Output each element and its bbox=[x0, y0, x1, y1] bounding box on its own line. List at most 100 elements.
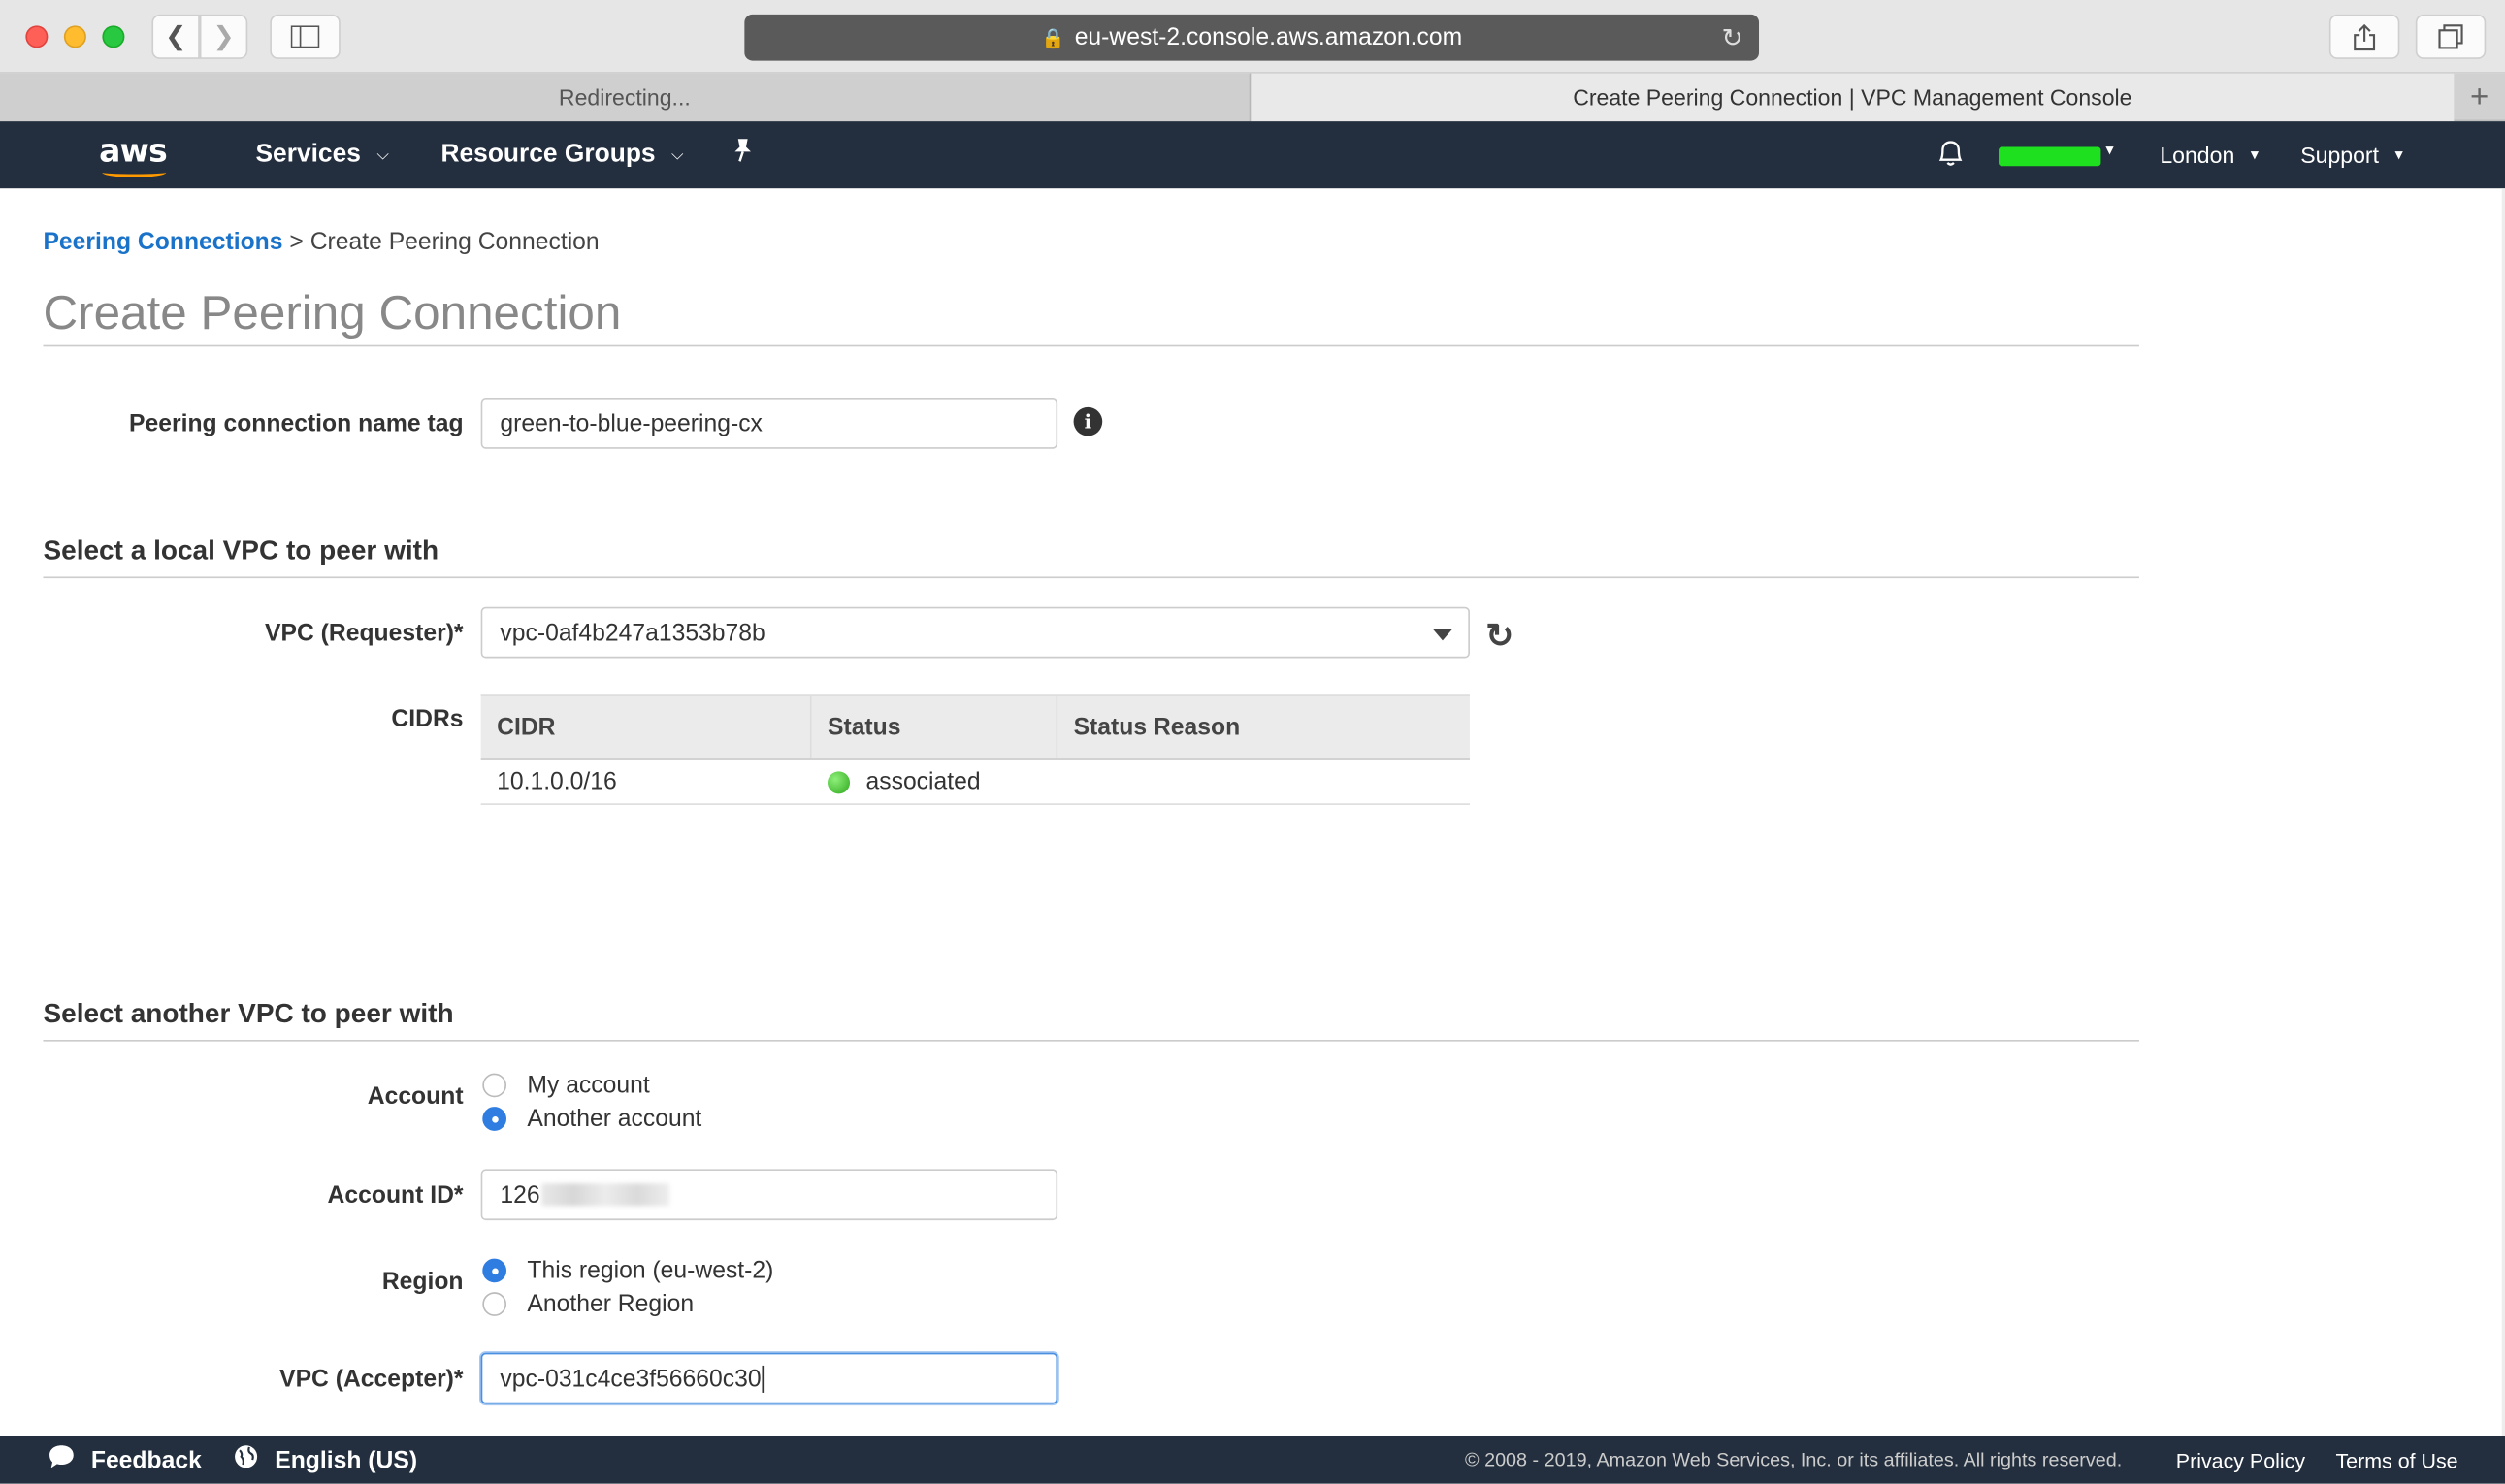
cidr-table: CIDR Status Status Reason 10.1.0.0/16 as… bbox=[480, 694, 1470, 805]
chevron-down-icon: ▾ bbox=[2394, 145, 2403, 164]
new-tab-button[interactable]: + bbox=[2454, 74, 2505, 121]
chevron-down-icon: ▾ bbox=[2250, 145, 2260, 164]
region-label: Region bbox=[381, 1268, 464, 1296]
divider bbox=[43, 576, 2139, 579]
name-tag-value: green-to-blue-peering-cx bbox=[500, 409, 763, 437]
status-reason-cell bbox=[1057, 760, 1470, 803]
terms-of-use-link[interactable]: Terms of Use bbox=[2335, 1436, 2457, 1483]
text-cursor bbox=[763, 1365, 765, 1393]
table-header: CIDR Status Status Reason bbox=[480, 694, 1470, 760]
radio-label: Another account bbox=[527, 1105, 702, 1133]
url-text: eu-west-2.console.aws.amazon.com bbox=[1074, 23, 1463, 51]
tab-title: Redirecting... bbox=[558, 84, 691, 111]
chevron-down-icon: ⌵ bbox=[671, 145, 684, 164]
tab-redirecting[interactable]: Redirecting... bbox=[0, 73, 1252, 122]
breadcrumb-current: Create Peering Connection bbox=[309, 228, 600, 256]
column-header-status-reason[interactable]: Status Reason bbox=[1057, 696, 1470, 758]
main-content: Peering Connections > Create Peering Con… bbox=[0, 188, 2505, 1436]
notifications-bell-icon[interactable] bbox=[1936, 138, 1966, 177]
radio-another-region[interactable]: Another Region bbox=[482, 1291, 694, 1318]
radio-label: Another Region bbox=[527, 1290, 695, 1318]
peer-vpc-heading: Select another VPC to peer with bbox=[43, 998, 454, 1029]
browser-window: ❮ ❯ 🔒 eu-west-2.console.aws.amazon.com ↻… bbox=[0, 0, 2505, 1484]
refresh-icon[interactable]: ↻ bbox=[1485, 617, 1513, 657]
page-title: Create Peering Connection bbox=[43, 287, 622, 340]
tab-strip: Redirecting... Create Peering Connection… bbox=[0, 73, 2505, 122]
dropdown-arrow-icon bbox=[1433, 629, 1452, 641]
column-header-cidr[interactable]: CIDR bbox=[481, 695, 812, 759]
vpc-requester-value: vpc-0af4b247a1353b78b bbox=[500, 619, 765, 647]
sidebar-toggle-button[interactable] bbox=[270, 14, 341, 59]
tabs-overview-icon bbox=[2438, 24, 2463, 49]
account-id-input[interactable]: 126 bbox=[480, 1169, 1058, 1221]
support-label: Support bbox=[2300, 142, 2380, 168]
vpc-requester-label: VPC (Requester)* bbox=[265, 619, 464, 647]
account-menu[interactable] bbox=[1999, 146, 2101, 167]
cidr-cell: 10.1.0.0/16 bbox=[497, 768, 617, 796]
region-menu[interactable]: London ▾ bbox=[2160, 121, 2259, 188]
show-tabs-button[interactable] bbox=[2415, 14, 2487, 59]
tab-create-peering[interactable]: Create Peering Connection | VPC Manageme… bbox=[1251, 73, 2455, 122]
feedback-button[interactable]: Feedback bbox=[48, 1436, 202, 1483]
browser-toolbar: ❮ ❯ 🔒 eu-west-2.console.aws.amazon.com ↻ bbox=[0, 0, 2505, 74]
resource-groups-menu[interactable]: Resource Groups ⌵ bbox=[440, 121, 683, 188]
breadcrumb-separator: > bbox=[289, 228, 304, 256]
pin-icon[interactable] bbox=[732, 138, 754, 172]
cidrs-label: CIDRs bbox=[391, 705, 464, 733]
status-cell: associated bbox=[812, 760, 1058, 803]
radio-label: This region (eu-west-2) bbox=[527, 1256, 774, 1284]
vpc-requester-select[interactable]: vpc-0af4b247a1353b78b bbox=[480, 606, 1470, 659]
breadcrumb-peering-connections-link[interactable]: Peering Connections bbox=[43, 228, 282, 255]
privacy-policy-link[interactable]: Privacy Policy bbox=[2176, 1436, 2305, 1483]
support-menu[interactable]: Support ▾ bbox=[2300, 121, 2403, 188]
divider bbox=[43, 1040, 2139, 1042]
services-menu[interactable]: Services ⌵ bbox=[255, 121, 388, 188]
vpc-accepter-value: vpc-031c4ce3f56660c30 bbox=[500, 1365, 762, 1393]
lock-icon: 🔒 bbox=[1041, 26, 1065, 49]
name-tag-label: Peering connection name tag bbox=[129, 410, 464, 438]
account-label: Account bbox=[367, 1082, 464, 1111]
radio-button[interactable] bbox=[482, 1073, 507, 1098]
radio-button-selected[interactable] bbox=[482, 1107, 507, 1131]
share-button[interactable] bbox=[2328, 14, 2400, 59]
radio-label: My account bbox=[527, 1071, 650, 1099]
close-window-button[interactable] bbox=[25, 25, 49, 48]
tab-title: Create Peering Connection | VPC Manageme… bbox=[1573, 84, 2132, 111]
region-label: London bbox=[2160, 142, 2235, 168]
forward-button[interactable]: ❯ bbox=[199, 14, 248, 59]
zoom-window-button[interactable] bbox=[102, 25, 125, 48]
aws-logo[interactable]: aws bbox=[99, 131, 169, 178]
radio-button-selected[interactable] bbox=[482, 1258, 507, 1283]
radio-my-account[interactable]: My account bbox=[482, 1071, 650, 1099]
copyright-text: © 2008 - 2019, Amazon Web Services, Inc.… bbox=[1465, 1448, 2123, 1471]
sidebar-icon bbox=[290, 25, 320, 48]
feedback-label: Feedback bbox=[90, 1446, 202, 1474]
redacted-blur bbox=[541, 1183, 670, 1207]
share-icon bbox=[2354, 23, 2376, 50]
local-vpc-heading: Select a local VPC to peer with bbox=[43, 534, 439, 565]
table-row: 10.1.0.0/16 associated bbox=[480, 760, 1470, 805]
reload-icon[interactable]: ↻ bbox=[1721, 22, 1742, 54]
minimize-window-button[interactable] bbox=[63, 25, 86, 48]
language-selector[interactable]: English (US) bbox=[233, 1436, 417, 1483]
language-label: English (US) bbox=[275, 1446, 418, 1474]
status-green-dot-icon bbox=[827, 770, 851, 793]
resource-groups-label: Resource Groups bbox=[440, 140, 656, 168]
radio-this-region[interactable]: This region (eu-west-2) bbox=[482, 1257, 773, 1284]
globe-icon bbox=[233, 1443, 258, 1477]
chevron-down-icon: ▾ bbox=[2105, 142, 2114, 160]
vpc-accepter-label: VPC (Accepter)* bbox=[279, 1365, 464, 1393]
account-id-value: 126 bbox=[500, 1180, 540, 1209]
radio-button[interactable] bbox=[482, 1292, 507, 1316]
address-bar[interactable]: 🔒 eu-west-2.console.aws.amazon.com ↻ bbox=[744, 14, 1760, 61]
account-id-label: Account ID* bbox=[327, 1181, 464, 1210]
back-button[interactable]: ❮ bbox=[151, 14, 200, 59]
info-icon[interactable]: i bbox=[1073, 406, 1103, 436]
chevron-right-icon: ❯ bbox=[212, 23, 235, 51]
vpc-accepter-input[interactable]: vpc-031c4ce3f56660c30 bbox=[480, 1352, 1058, 1404]
radio-another-account[interactable]: Another account bbox=[482, 1106, 701, 1133]
services-label: Services bbox=[255, 140, 361, 168]
name-tag-input[interactable]: green-to-blue-peering-cx bbox=[480, 398, 1058, 449]
console-footer: Feedback English (US) © 2008 - 2019, Ama… bbox=[0, 1436, 2505, 1484]
column-header-status[interactable]: Status bbox=[812, 695, 1058, 759]
